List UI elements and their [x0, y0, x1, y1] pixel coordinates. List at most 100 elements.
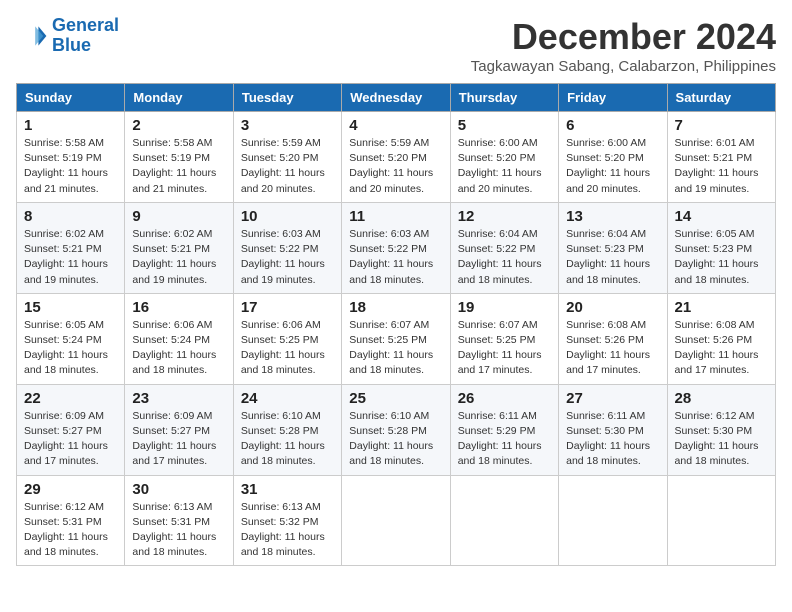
- day-number: 3: [241, 117, 334, 134]
- header-tuesday: Tuesday: [233, 84, 341, 112]
- day-info: Sunrise: 6:11 AM Sunset: 5:30 PM Dayligh…: [566, 409, 659, 470]
- day-info: Sunrise: 6:11 AM Sunset: 5:29 PM Dayligh…: [458, 409, 551, 470]
- day-number: 8: [24, 208, 117, 225]
- week-row-3: 15Sunrise: 6:05 AM Sunset: 5:24 PM Dayli…: [17, 293, 776, 384]
- day-number: 30: [132, 481, 225, 498]
- day-cell: [450, 475, 558, 566]
- week-row-1: 1 Sunrise: 5:58 AM Sunset: 5:19 PM Daylig…: [17, 112, 776, 203]
- day-number: 21: [675, 299, 768, 316]
- location-title: Tagkawayan Sabang, Calabarzon, Philippin…: [471, 58, 776, 75]
- day-cell: 2 Sunrise: 5:58 AM Sunset: 5:19 PM Daylig…: [125, 112, 233, 203]
- day-info: Sunrise: 6:02 AM Sunset: 5:21 PM Dayligh…: [132, 227, 225, 288]
- day-cell: 22Sunrise: 6:09 AM Sunset: 5:27 PM Dayli…: [17, 384, 125, 475]
- day-cell: 1 Sunrise: 5:58 AM Sunset: 5:19 PM Daylig…: [17, 112, 125, 203]
- day-number: 13: [566, 208, 659, 225]
- day-number: 7: [675, 117, 768, 134]
- day-cell: 26 Sunrise: 6:11 AM Sunset: 5:29 PM Dayli…: [450, 384, 558, 475]
- day-info: Sunrise: 6:07 AM Sunset: 5:25 PM Dayligh…: [349, 318, 442, 379]
- header-wednesday: Wednesday: [342, 84, 450, 112]
- header-sunday: Sunday: [17, 84, 125, 112]
- day-number: 9: [132, 208, 225, 225]
- day-info: Sunrise: 6:03 AM Sunset: 5:22 PM Dayligh…: [241, 227, 334, 288]
- day-info: Sunrise: 6:02 AM Sunset: 5:21 PM Dayligh…: [24, 227, 117, 288]
- day-number: 11: [349, 208, 442, 225]
- day-number: 26: [458, 390, 551, 407]
- logo-text: General Blue: [52, 16, 119, 56]
- day-number: 17: [241, 299, 334, 316]
- day-cell: [667, 475, 775, 566]
- day-number: 14: [675, 208, 768, 225]
- day-info: Sunrise: 6:08 AM Sunset: 5:26 PM Dayligh…: [566, 318, 659, 379]
- day-number: 1: [24, 117, 117, 134]
- day-cell: 18Sunrise: 6:07 AM Sunset: 5:25 PM Dayli…: [342, 293, 450, 384]
- day-info: Sunrise: 6:09 AM Sunset: 5:27 PM Dayligh…: [132, 409, 225, 470]
- day-info: Sunrise: 6:00 AM Sunset: 5:20 PM Dayligh…: [566, 136, 659, 197]
- day-info: Sunrise: 6:12 AM Sunset: 5:31 PM Dayligh…: [24, 500, 117, 561]
- day-cell: 14 Sunrise: 6:05 AM Sunset: 5:23 PM Dayli…: [667, 202, 775, 293]
- day-number: 4: [349, 117, 442, 134]
- day-number: 24: [241, 390, 334, 407]
- day-cell: 31 Sunrise: 6:13 AM Sunset: 5:32 PM Dayli…: [233, 475, 341, 566]
- day-cell: 10 Sunrise: 6:03 AM Sunset: 5:22 PM Dayli…: [233, 202, 341, 293]
- day-cell: 11 Sunrise: 6:03 AM Sunset: 5:22 PM Dayli…: [342, 202, 450, 293]
- day-number: 22: [24, 390, 117, 407]
- day-info: Sunrise: 6:07 AM Sunset: 5:25 PM Dayligh…: [458, 318, 551, 379]
- day-number: 6: [566, 117, 659, 134]
- day-info: Sunrise: 5:58 AM Sunset: 5:19 PM Dayligh…: [24, 136, 117, 197]
- day-cell: 21Sunrise: 6:08 AM Sunset: 5:26 PM Dayli…: [667, 293, 775, 384]
- day-number: 16: [132, 299, 225, 316]
- day-cell: 5 Sunrise: 6:00 AM Sunset: 5:20 PM Daylig…: [450, 112, 558, 203]
- day-info: Sunrise: 6:06 AM Sunset: 5:24 PM Dayligh…: [132, 318, 225, 379]
- logo-blue: Blue: [52, 35, 91, 55]
- title-area: December 2024 Tagkawayan Sabang, Calabar…: [471, 16, 776, 75]
- day-info: Sunrise: 6:12 AM Sunset: 5:30 PM Dayligh…: [675, 409, 768, 470]
- day-cell: 27 Sunrise: 6:11 AM Sunset: 5:30 PM Dayli…: [559, 384, 667, 475]
- day-number: 12: [458, 208, 551, 225]
- week-row-2: 8 Sunrise: 6:02 AM Sunset: 5:21 PM Daylig…: [17, 202, 776, 293]
- day-number: 31: [241, 481, 334, 498]
- week-row-4: 22 Sunrise: 6:09 AM Sunset: 5:27 PM Dayli…: [17, 384, 776, 475]
- day-number: 27: [566, 390, 659, 407]
- day-cell: 6 Sunrise: 6:00 AM Sunset: 5:20 PM Daylig…: [559, 112, 667, 203]
- day-info: Sunrise: 6:10 AM Sunset: 5:28 PM Dayligh…: [349, 409, 442, 470]
- day-cell: 16 Sunrise: 6:06 AM Sunset: 5:24 PM Dayli…: [125, 293, 233, 384]
- day-cell: 12Sunrise: 6:04 AM Sunset: 5:22 PM Dayli…: [450, 202, 558, 293]
- day-info: Sunrise: 6:04 AM Sunset: 5:23 PM Dayligh…: [566, 227, 659, 288]
- week-row-5: 29 Sunrise: 6:12 AM Sunset: 5:31 PM Dayli…: [17, 475, 776, 566]
- day-number: 10: [241, 208, 334, 225]
- day-info: Sunrise: 6:01 AM Sunset: 5:21 PM Dayligh…: [675, 136, 768, 197]
- day-info: Sunrise: 6:13 AM Sunset: 5:32 PM Dayligh…: [241, 500, 334, 561]
- header-monday: Monday: [125, 84, 233, 112]
- day-info: Sunrise: 6:13 AM Sunset: 5:31 PM Dayligh…: [132, 500, 225, 561]
- day-cell: 7 Sunrise: 6:01 AM Sunset: 5:21 PM Daylig…: [667, 112, 775, 203]
- day-cell: 13 Sunrise: 6:04 AM Sunset: 5:23 PM Dayli…: [559, 202, 667, 293]
- logo-general: General: [52, 15, 119, 35]
- day-cell: 24 Sunrise: 6:10 AM Sunset: 5:28 PM Dayli…: [233, 384, 341, 475]
- day-cell: 15Sunrise: 6:05 AM Sunset: 5:24 PM Dayli…: [17, 293, 125, 384]
- day-info: Sunrise: 5:58 AM Sunset: 5:19 PM Dayligh…: [132, 136, 225, 197]
- logo: General Blue: [16, 16, 119, 56]
- header-thursday: Thursday: [450, 84, 558, 112]
- day-cell: 17 Sunrise: 6:06 AM Sunset: 5:25 PM Dayli…: [233, 293, 341, 384]
- day-cell: 28Sunrise: 6:12 AM Sunset: 5:30 PM Dayli…: [667, 384, 775, 475]
- day-number: 5: [458, 117, 551, 134]
- day-number: 29: [24, 481, 117, 498]
- day-cell: 3Sunrise: 5:59 AM Sunset: 5:20 PM Daylig…: [233, 112, 341, 203]
- day-number: 20: [566, 299, 659, 316]
- day-number: 25: [349, 390, 442, 407]
- page-header: General Blue December 2024 Tagkawayan Sa…: [16, 16, 776, 75]
- day-info: Sunrise: 6:05 AM Sunset: 5:23 PM Dayligh…: [675, 227, 768, 288]
- month-title: December 2024: [471, 16, 776, 58]
- day-cell: 8 Sunrise: 6:02 AM Sunset: 5:21 PM Daylig…: [17, 202, 125, 293]
- day-info: Sunrise: 6:06 AM Sunset: 5:25 PM Dayligh…: [241, 318, 334, 379]
- day-cell: 25 Sunrise: 6:10 AM Sunset: 5:28 PM Dayli…: [342, 384, 450, 475]
- day-cell: 20 Sunrise: 6:08 AM Sunset: 5:26 PM Dayli…: [559, 293, 667, 384]
- day-number: 2: [132, 117, 225, 134]
- day-cell: 9 Sunrise: 6:02 AM Sunset: 5:21 PM Daylig…: [125, 202, 233, 293]
- day-info: Sunrise: 6:00 AM Sunset: 5:20 PM Dayligh…: [458, 136, 551, 197]
- logo-icon: [16, 20, 48, 52]
- day-cell: 29 Sunrise: 6:12 AM Sunset: 5:31 PM Dayli…: [17, 475, 125, 566]
- day-cell: 23Sunrise: 6:09 AM Sunset: 5:27 PM Dayli…: [125, 384, 233, 475]
- day-info: Sunrise: 6:10 AM Sunset: 5:28 PM Dayligh…: [241, 409, 334, 470]
- day-info: Sunrise: 6:03 AM Sunset: 5:22 PM Dayligh…: [349, 227, 442, 288]
